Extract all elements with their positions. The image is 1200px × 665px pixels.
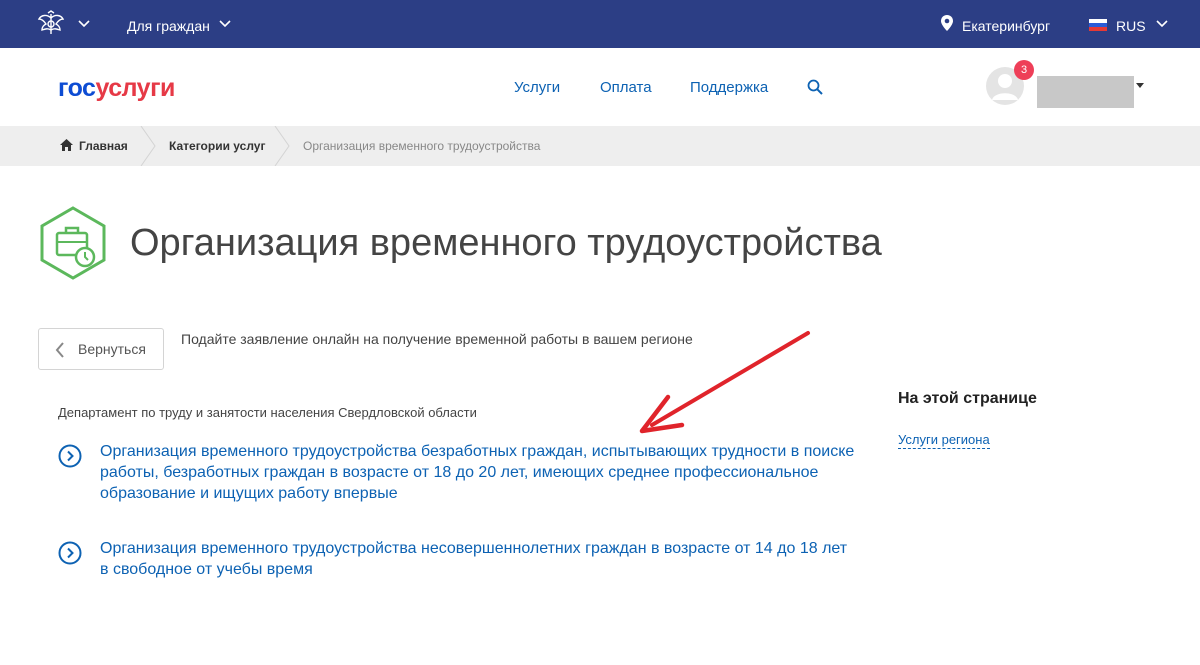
service-link[interactable]: Организация временного трудоустройства н…: [100, 538, 860, 580]
briefcase-clock-icon: [40, 206, 106, 280]
breadcrumb-current: Организация временного трудоустройства: [303, 139, 541, 153]
gosuslugi-logo[interactable]: госуслуги: [58, 74, 175, 103]
page-lead-text: Подайте заявление онлайн на получение вр…: [181, 331, 693, 347]
chevron-down-icon[interactable]: [1155, 16, 1169, 30]
breadcrumb-separator: [140, 126, 156, 166]
home-icon[interactable]: [60, 139, 73, 151]
red-annotation-arrow: [639, 331, 810, 434]
breadcrumb-home[interactable]: Главная: [79, 139, 128, 153]
language-selector[interactable]: RUS: [1116, 18, 1146, 34]
nav-payment[interactable]: Оплата: [600, 79, 652, 96]
arrow-right-circle-icon[interactable]: [58, 541, 82, 565]
search-icon[interactable]: [806, 78, 824, 96]
breadcrumb-separator: [274, 126, 290, 166]
region-services-link[interactable]: Услуги региона: [898, 432, 990, 449]
chevron-left-icon: [55, 342, 64, 358]
location-pin-icon: [941, 15, 953, 31]
breadcrumb-categories[interactable]: Категории услуг: [169, 139, 265, 153]
nav-support[interactable]: Поддержка: [690, 79, 768, 96]
on-this-page-heading: На этой странице: [898, 390, 1037, 407]
chevron-down-icon[interactable]: [77, 16, 91, 30]
russia-flag-icon: [1089, 19, 1107, 31]
caret-down-icon[interactable]: [1135, 82, 1145, 90]
department-name: Департамент по труду и занятости населен…: [58, 405, 477, 420]
coat-of-arms-icon[interactable]: [36, 10, 66, 38]
notification-badge[interactable]: 3: [1014, 60, 1034, 80]
site-header: госуслуги Услуги Оплата Поддержка 3: [0, 48, 1200, 126]
arrow-right-circle-icon[interactable]: [58, 444, 82, 468]
top-bar: Для граждан Екатеринбург RUS: [0, 0, 1200, 48]
username-redacted[interactable]: [1037, 76, 1134, 108]
back-button[interactable]: Вернуться: [38, 328, 164, 370]
audience-selector[interactable]: Для граждан: [127, 18, 210, 34]
chevron-down-icon[interactable]: [218, 16, 232, 30]
service-link[interactable]: Организация временного трудоустройства б…: [100, 441, 860, 504]
breadcrumb: Главная Категории услуг Организация врем…: [0, 126, 1200, 166]
nav-services[interactable]: Услуги: [514, 79, 560, 96]
page-title: Организация временного трудоустройства: [130, 222, 882, 264]
city-selector[interactable]: Екатеринбург: [962, 18, 1050, 34]
